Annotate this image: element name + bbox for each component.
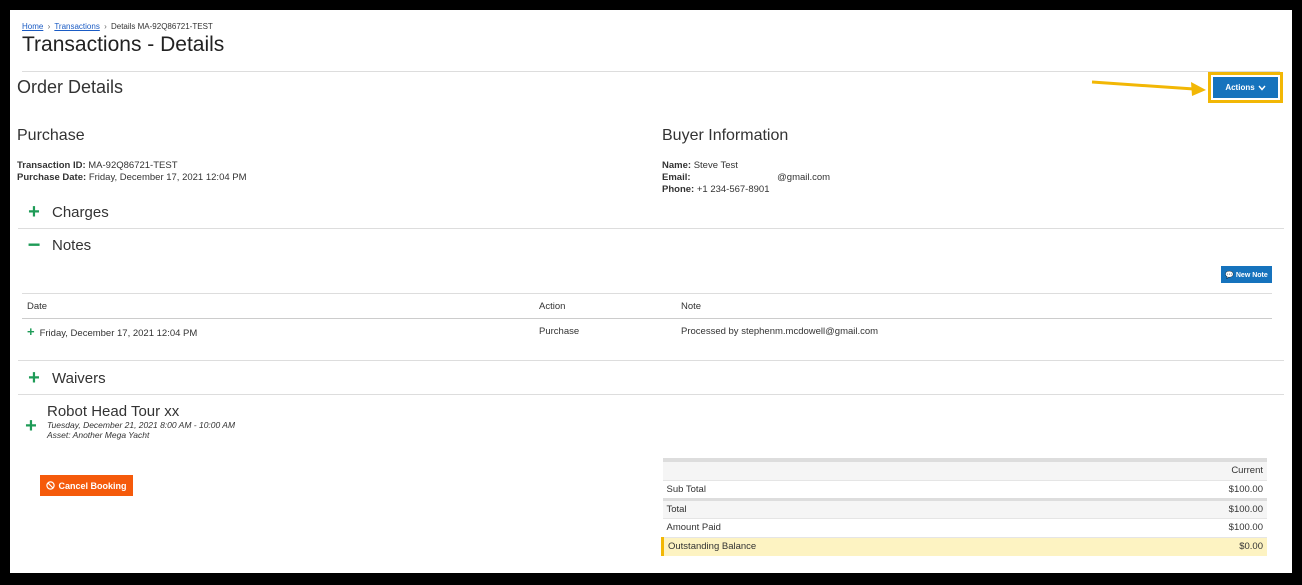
purchase-date-value: Friday, December 17, 2021 12:04 PM — [88, 172, 247, 183]
charges-section-toggle[interactable]: + Charges — [22, 197, 1280, 227]
page-title: Transactions - Details — [22, 33, 225, 56]
totals-header-blank — [662, 458, 1085, 480]
totals-column-header: Current — [1084, 458, 1267, 480]
booking-expand-plus-icon[interactable]: + — [22, 415, 40, 438]
outstanding-balance-value: $0.00 — [1084, 536, 1267, 556]
breadcrumb-separator: › — [47, 22, 51, 31]
order-details-title: Order Details — [17, 77, 124, 97]
totals-header-row: Current — [662, 458, 1267, 480]
amount-paid-row: Amount Paid $100.00 — [662, 517, 1267, 537]
subtotal-row: Sub Total $100.00 — [662, 479, 1267, 499]
breadcrumb: Home › Transactions › Details MA-92Q8672… — [22, 22, 213, 31]
table-row: + Friday, December 17, 2021 12:04 PM Purc… — [22, 319, 1272, 344]
subtotal-value: $100.00 — [1084, 479, 1267, 499]
column-header-action: Action — [534, 293, 676, 319]
actions-button[interactable]: Actions — [1213, 77, 1278, 98]
buyer-email-value: @gmail.com — [777, 172, 831, 183]
breadcrumb-home-link[interactable]: Home — [22, 22, 43, 31]
buyer-phone-label: Phone: — [662, 184, 695, 195]
ban-icon — [46, 481, 56, 490]
charges-label: Charges — [52, 203, 109, 221]
purchase-date-row: Purchase Date: Friday, December 17, 2021… — [17, 172, 247, 184]
amount-paid-value: $100.00 — [1084, 517, 1267, 537]
booking-title: Robot Head Tour xx — [47, 403, 180, 420]
purchase-heading: Purchase — [17, 127, 85, 144]
note-action: Purchase — [539, 325, 580, 337]
transaction-id-value: MA-92Q86721-TEST — [88, 160, 178, 171]
purchase-details: Transaction ID: MA-92Q86721-TEST Purchas… — [17, 160, 247, 184]
new-note-label: New Note — [1235, 271, 1268, 279]
buyer-email-row: Email: @gmail.com — [662, 172, 830, 184]
cancel-booking-button[interactable]: Cancel Booking — [40, 475, 133, 496]
transaction-id-label: Transaction ID: — [17, 160, 86, 171]
notes-table: Date Action Note + Friday, December 17, 2… — [22, 293, 1272, 344]
total-label: Total — [662, 497, 1085, 518]
buyer-name-value: Steve Test — [693, 160, 738, 171]
expand-plus-icon: + — [28, 201, 40, 223]
note-date-cell: + Friday, December 17, 2021 12:04 PM — [22, 319, 534, 344]
actions-highlight: Actions — [1208, 72, 1283, 103]
notes-label: Notes — [52, 236, 92, 254]
note-date: Friday, December 17, 2021 12:04 PM — [39, 327, 198, 339]
breadcrumb-separator: › — [104, 22, 107, 31]
page-header: Home › Transactions › Details MA-92Q8672… — [22, 20, 1280, 72]
expand-plus-icon: + — [28, 367, 40, 389]
outstanding-balance-label: Outstanding Balance — [661, 536, 1085, 556]
purchase-date-label: Purchase Date: — [17, 172, 87, 183]
divider — [18, 228, 1284, 229]
annotation-arrow-icon — [1091, 80, 1206, 96]
amount-paid-label: Amount Paid — [662, 517, 1085, 537]
booking-asset: Asset: Another Mega Yacht — [47, 430, 150, 440]
booking-meta: Tuesday, December 21, 2021 8:00 AM - 10:… — [47, 420, 235, 440]
buyer-email-label: Email: — [662, 172, 691, 183]
expand-row-plus-icon[interactable]: + — [27, 324, 35, 339]
buyer-name-label: Name: — [662, 160, 692, 171]
buyer-details: Name: Steve Test Email: @gmail.com Phone… — [662, 160, 830, 196]
column-header-note: Note — [676, 293, 1272, 319]
notes-table-header: Date Action Note — [22, 293, 1272, 319]
waivers-section-toggle[interactable]: + Waivers — [22, 363, 1280, 393]
breadcrumb-transactions-link[interactable]: Transactions — [54, 22, 100, 31]
outstanding-balance-row: Outstanding Balance $0.00 — [661, 536, 1267, 556]
cancel-booking-label: Cancel Booking — [58, 480, 127, 491]
breadcrumb-current: Details MA-92Q86721-TEST — [110, 22, 213, 31]
divider — [18, 394, 1284, 395]
new-note-button[interactable]: 💬 New Note — [1221, 266, 1272, 283]
buyer-phone-value: +1 234-567-8901 — [696, 184, 770, 195]
buyer-information-heading: Buyer Information — [662, 127, 789, 144]
booking-datetime: Tuesday, December 21, 2021 8:00 AM - 10:… — [47, 420, 236, 430]
divider — [18, 360, 1284, 361]
note-text: Processed by stephenm.mcdowell@gmail.com — [681, 325, 879, 337]
total-value: $100.00 — [1084, 497, 1267, 518]
waivers-label: Waivers — [52, 369, 106, 387]
collapse-minus-icon: − — [27, 232, 41, 257]
page-frame: Home › Transactions › Details MA-92Q8672… — [10, 10, 1292, 573]
buyer-name-row: Name: Steve Test — [662, 160, 830, 172]
comment-icon: 💬 — [1225, 271, 1234, 279]
subtotal-label: Sub Total — [662, 479, 1085, 499]
chevron-down-icon — [1258, 85, 1266, 91]
buyer-phone-row: Phone: +1 234-567-8901 — [662, 184, 830, 196]
transaction-id-row: Transaction ID: MA-92Q86721-TEST — [17, 160, 247, 172]
column-header-date: Date — [22, 293, 534, 319]
totals-table: Current Sub Total $100.00 Total $100.00 … — [661, 458, 1267, 556]
total-row: Total $100.00 — [662, 497, 1267, 518]
actions-label: Actions — [1225, 83, 1255, 92]
notes-section-toggle[interactable]: − Notes — [22, 230, 1280, 260]
